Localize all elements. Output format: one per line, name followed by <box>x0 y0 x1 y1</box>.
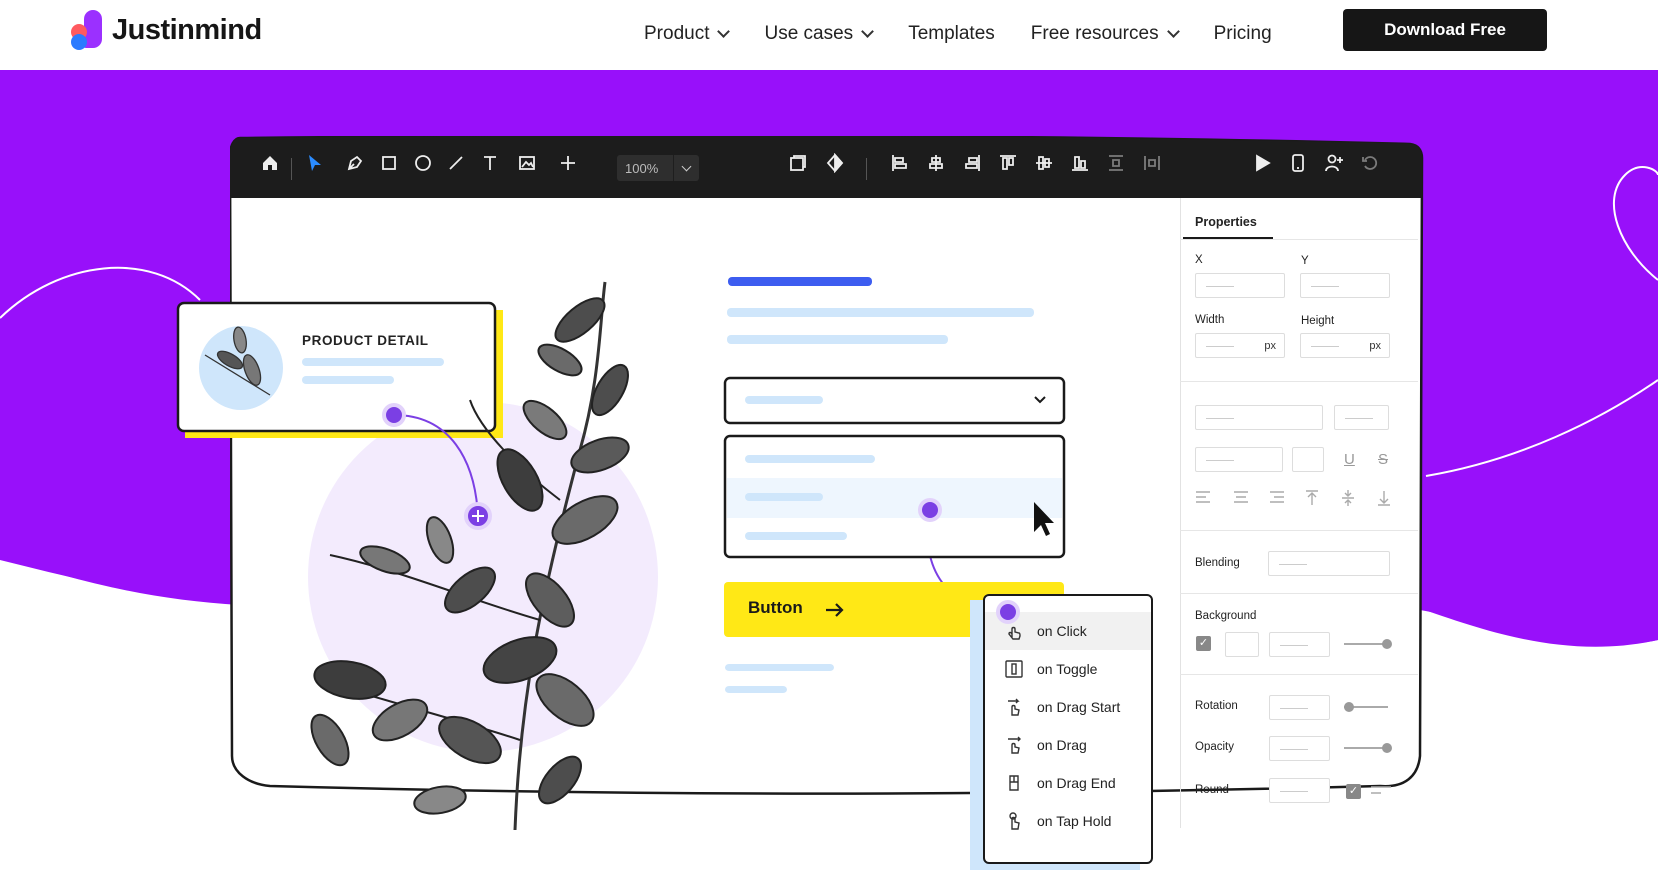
opacity-input[interactable] <box>1269 736 1330 761</box>
underline-icon[interactable]: U <box>1344 451 1355 468</box>
panel-divider <box>1180 381 1418 382</box>
rotation-slider[interactable] <box>1344 702 1388 712</box>
panel-divider <box>1180 239 1418 240</box>
text-color-swatch[interactable] <box>1292 447 1324 472</box>
font-weight-select[interactable] <box>1195 447 1283 472</box>
background-slider[interactable] <box>1344 639 1392 649</box>
background-color-swatch[interactable] <box>1225 632 1259 657</box>
menu-item-label: on Drag <box>1037 737 1087 753</box>
menu-item-label: on Drag Start <box>1037 699 1121 715</box>
logo-text: Justinmind <box>112 13 262 46</box>
properties-tab[interactable]: Properties <box>1195 215 1257 229</box>
main-nav: Product Use cases Templates Free resourc… <box>644 19 1308 49</box>
height-label: Height <box>1301 315 1335 327</box>
nav-item-use-cases[interactable]: Use cases <box>764 23 875 45</box>
logo[interactable]: Justinmind <box>70 10 262 50</box>
rotation-input[interactable] <box>1269 695 1330 720</box>
round-input[interactable] <box>1269 778 1330 803</box>
tap-hold-icon <box>1003 810 1025 832</box>
event-on-drag[interactable]: on Drag <box>985 726 1151 764</box>
canvas-button-label: Button <box>748 598 803 617</box>
chevron-down-icon <box>1166 25 1180 38</box>
toggle-icon <box>1003 658 1025 680</box>
nav-item-label: Templates <box>908 23 995 44</box>
background-checkbox[interactable]: ✓ <box>1196 636 1211 651</box>
event-on-drag-end[interactable]: on Drag End <box>985 764 1151 802</box>
height-input[interactable]: px <box>1300 333 1390 358</box>
nav-item-label: Pricing <box>1213 23 1272 44</box>
menu-item-label: on Tap Hold <box>1037 813 1112 829</box>
drag-icon <box>1003 734 1025 756</box>
text-align-icons[interactable] <box>1194 488 1394 508</box>
nav-item-label: Product <box>644 23 710 44</box>
blending-label: Blending <box>1195 557 1240 569</box>
event-connector-dot <box>996 600 1020 624</box>
opacity-label: Opacity <box>1195 741 1234 753</box>
drag-end-icon <box>1003 772 1025 794</box>
canvas-button[interactable]: Button <box>748 598 803 618</box>
background-label: Background <box>1195 610 1257 622</box>
unit-label: px <box>1369 340 1381 352</box>
nav-item-pricing[interactable]: Pricing <box>1214 23 1272 45</box>
event-on-toggle[interactable]: on Toggle <box>985 650 1151 688</box>
site-header: Justinmind Product Use cases Templates F… <box>0 0 1658 70</box>
menu-item-label: on Click <box>1037 623 1087 639</box>
round-label: Round <box>1195 784 1229 796</box>
x-input[interactable] <box>1195 273 1285 298</box>
product-detail-title: PRODUCT DETAIL <box>302 333 429 348</box>
rotation-label: Rotation <box>1195 700 1238 712</box>
round-checkbox[interactable]: ✓ <box>1346 784 1361 799</box>
menu-item-label: on Toggle <box>1037 661 1098 677</box>
y-label: Y <box>1301 255 1309 267</box>
card-text-line <box>302 376 394 384</box>
chevron-down-icon <box>717 25 731 38</box>
chevron-down-icon <box>861 25 875 38</box>
opacity-slider[interactable] <box>1344 743 1392 753</box>
nav-item-label: Use cases <box>764 23 854 44</box>
y-input[interactable] <box>1300 273 1390 298</box>
card-text-line <box>302 358 444 366</box>
blending-select[interactable] <box>1268 551 1390 576</box>
logo-mark-icon <box>70 10 108 50</box>
round-corners-icon <box>1371 786 1391 794</box>
panel-divider <box>1180 530 1418 531</box>
width-label: Width <box>1195 314 1225 326</box>
x-label: X <box>1195 254 1203 266</box>
nav-item-templates[interactable]: Templates <box>908 23 995 45</box>
event-on-tap-hold[interactable]: on Tap Hold <box>985 802 1151 840</box>
width-input[interactable]: px <box>1195 333 1285 358</box>
events-menu: on Click on Toggle on Drag Start on Drag… <box>983 594 1153 864</box>
background-opacity-input[interactable] <box>1269 632 1330 657</box>
unit-label: px <box>1264 340 1276 352</box>
drag-start-icon <box>1003 696 1025 718</box>
nav-item-label: Free resources <box>1030 23 1159 44</box>
font-size-select[interactable] <box>1334 405 1389 430</box>
nav-item-free-resources[interactable]: Free resources <box>1030 23 1180 45</box>
font-family-select[interactable] <box>1195 405 1323 430</box>
strikethrough-icon[interactable]: S <box>1378 451 1388 468</box>
page: Justinmind Product Use cases Templates F… <box>0 0 1658 875</box>
nav-item-product[interactable]: Product <box>644 23 731 45</box>
event-on-drag-start[interactable]: on Drag Start <box>985 688 1151 726</box>
menu-item-label: on Drag End <box>1037 775 1116 791</box>
panel-divider <box>1180 593 1418 594</box>
download-free-button[interactable]: Download Free <box>1343 9 1547 51</box>
panel-divider <box>1180 674 1418 675</box>
